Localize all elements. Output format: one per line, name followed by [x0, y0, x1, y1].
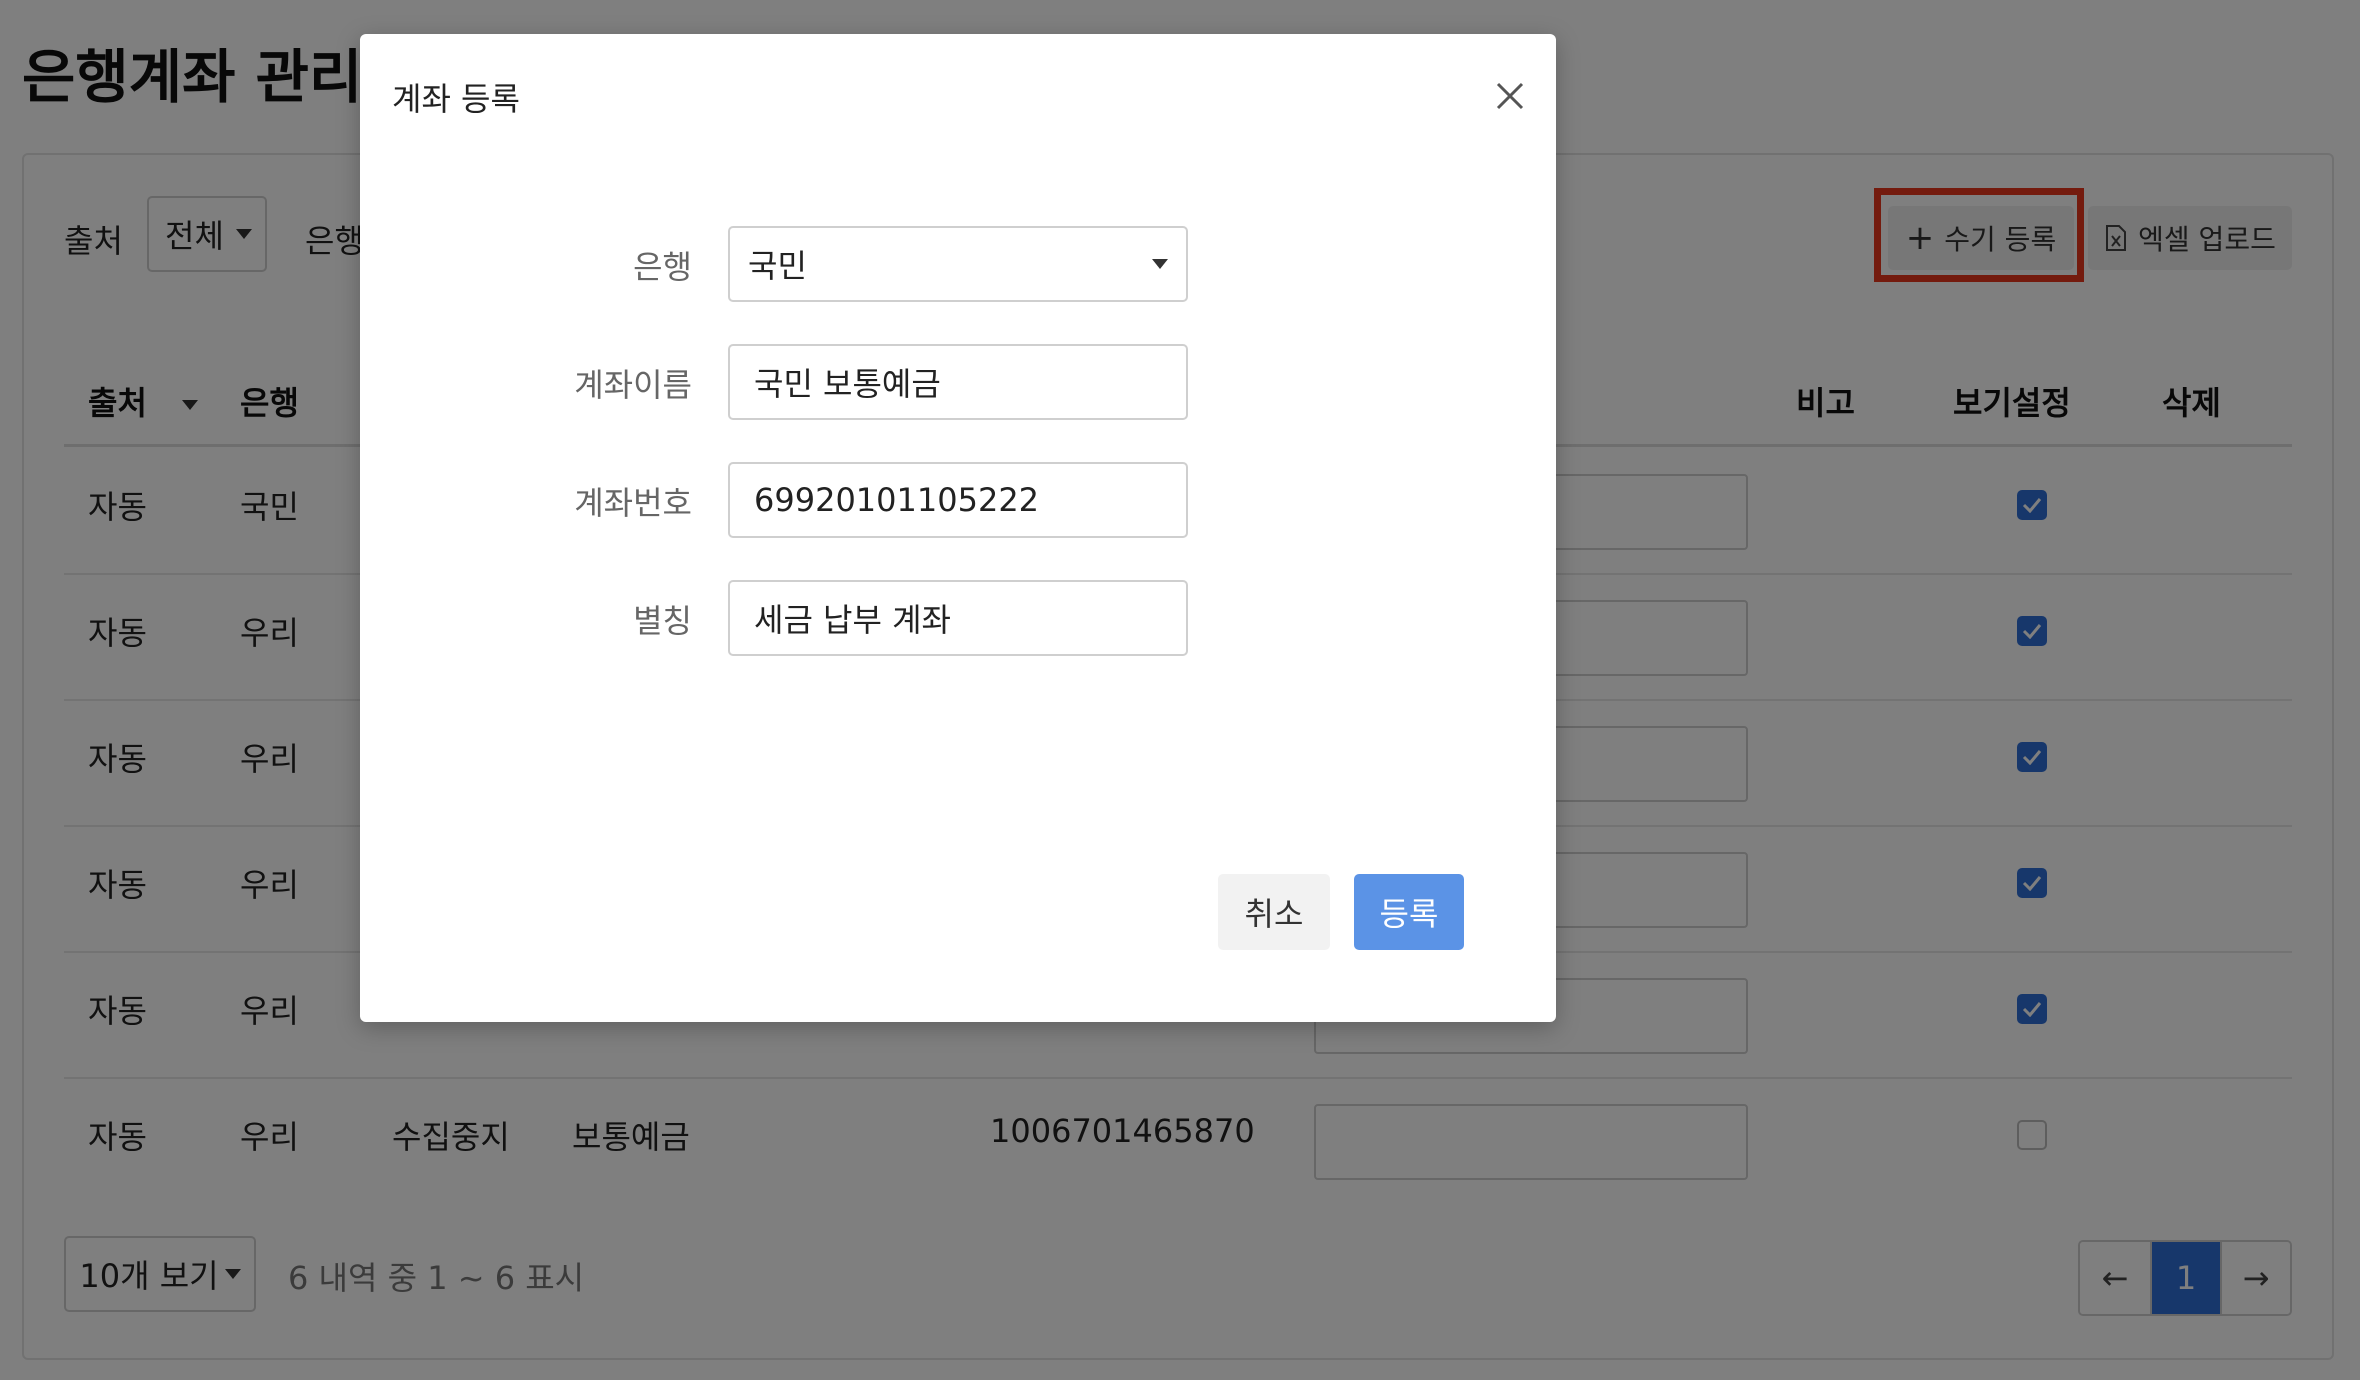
alias-input[interactable]: 세금 납부 계좌 [728, 580, 1188, 656]
account-name-input[interactable]: 국민 보통예금 [728, 344, 1188, 420]
account-name-label: 계좌이름 [574, 366, 692, 404]
chevron-down-icon [1152, 259, 1168, 269]
cancel-button[interactable]: 취소 [1218, 874, 1330, 950]
bank-select-value: 국민 [748, 247, 807, 285]
close-icon[interactable] [1492, 78, 1528, 114]
modal-title: 계좌 등록 [392, 80, 520, 118]
account-register-modal: 계좌 등록 은행 국민 계좌이름 국민 보통예금 계좌번호 6992010110… [360, 34, 1556, 1022]
account-number-input[interactable]: 69920101105222 [728, 462, 1188, 538]
bank-select[interactable]: 국민 [728, 226, 1188, 302]
account-number-label: 계좌번호 [574, 484, 692, 522]
alias-value: 세금 납부 계좌 [754, 601, 951, 639]
submit-button[interactable]: 등록 [1354, 874, 1464, 950]
account-number-value: 69920101105222 [754, 481, 1040, 519]
bank-label: 은행 [633, 248, 692, 286]
alias-label: 별칭 [633, 602, 692, 640]
account-name-value: 국민 보통예금 [754, 365, 941, 403]
